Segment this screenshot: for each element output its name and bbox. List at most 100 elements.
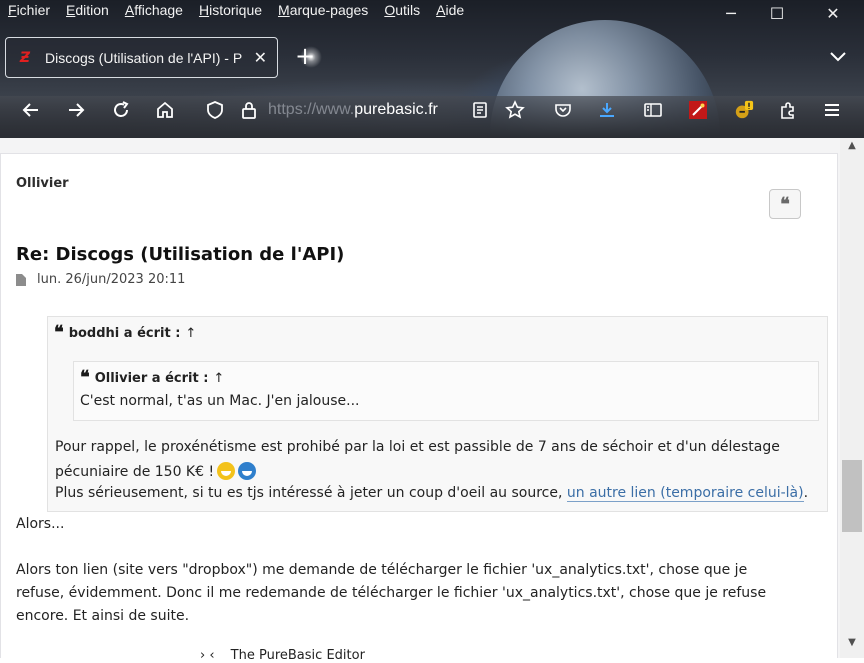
extension-red-icon xyxy=(689,101,707,119)
breadcrumb-peek: › ‹ The PureBasic Editor xyxy=(200,648,365,663)
grimacing-face-emoji-icon xyxy=(238,462,257,480)
close-window-button[interactable]: ✕ xyxy=(810,0,856,26)
menu-fichier[interactable]: Fichier xyxy=(8,1,50,19)
menu-historique[interactable]: Historique xyxy=(199,1,262,19)
quote-line-3: Plus sérieusement, si tu es tjs intéress… xyxy=(55,485,809,502)
menu-edition-accel: E xyxy=(66,2,76,18)
back-button[interactable] xyxy=(18,97,44,123)
menu-marque-pages-accel: M xyxy=(278,2,290,18)
post-author[interactable]: Ollivier xyxy=(16,176,69,191)
site-favicon-icon: Ƶ xyxy=(19,49,31,66)
reload-icon xyxy=(114,101,129,117)
scrollbar-thumb[interactable] xyxy=(842,460,862,532)
menu-edition[interactable]: Edition xyxy=(66,1,109,19)
forward-arrow-icon xyxy=(69,103,85,117)
forward-button[interactable] xyxy=(63,97,89,123)
extension-alert-button[interactable] xyxy=(731,97,757,123)
body-line-3: refuse, évidemment. Donc il me redemande… xyxy=(16,585,767,601)
pocket-button[interactable] xyxy=(550,97,576,123)
menu-historique-label: istorique xyxy=(209,2,263,18)
scroll-down-arrow-icon[interactable]: ▼ xyxy=(846,638,858,648)
vertical-scrollbar[interactable] xyxy=(840,138,864,658)
menu-aide[interactable]: Aide xyxy=(436,1,464,19)
sidebar-icon xyxy=(644,103,662,117)
menu-bar: Fichier Edition Affichage Historique Mar… xyxy=(0,0,472,20)
hamburger-menu-icon xyxy=(825,104,839,116)
menu-marque-pages[interactable]: Marque-pages xyxy=(278,1,368,19)
quote-cite-outer: ❝ boddhi a écrit : ↑ xyxy=(54,322,196,343)
minimize-icon: ─ xyxy=(726,3,736,23)
maximize-button[interactable]: ☐ xyxy=(754,0,800,26)
breadcrumb-forum-link[interactable]: The PureBasic Editor xyxy=(231,648,365,663)
quote-line-3-after: . xyxy=(803,485,809,501)
menu-aide-label: ide xyxy=(445,2,465,18)
forum-post: Ollivier ❝ Re: Discogs (Utilisation de l… xyxy=(0,153,838,658)
tab-list-button[interactable] xyxy=(828,46,848,66)
menu-outils-label: utils xyxy=(395,2,421,18)
downloads-button[interactable] xyxy=(594,97,620,123)
menu-outils[interactable]: Outils xyxy=(384,1,420,19)
url-protocol: https://www. xyxy=(268,101,355,118)
bookmark-button[interactable] xyxy=(502,97,528,123)
url-domain: purebasic.fr xyxy=(354,101,438,118)
menu-affichage-label: ffichage xyxy=(134,2,183,18)
extension-alert-icon xyxy=(735,100,754,119)
body-line-2: Alors ton lien (site vers "dropbox") me … xyxy=(16,562,748,578)
menu-edition-label: dition xyxy=(75,2,109,18)
home-button[interactable] xyxy=(152,97,178,123)
web-page: Ollivier ❝ Re: Discogs (Utilisation de l… xyxy=(0,138,840,658)
menu-marque-pages-label: arque-pages xyxy=(289,2,369,18)
menu-affichage[interactable]: Affichage xyxy=(125,1,183,19)
scroll-up-arrow-icon[interactable]: ▲ xyxy=(846,141,858,151)
quote-button[interactable]: ❝ xyxy=(769,189,801,219)
bookmark-star-icon xyxy=(505,100,525,119)
tab-close-icon[interactable]: ✕ xyxy=(254,48,267,67)
inner-quote-text: C'est normal, t'as un Mac. J'en jalouse.… xyxy=(80,393,360,409)
jump-to-quote-arrow-icon[interactable]: ↑ xyxy=(213,371,224,386)
temporary-link[interactable]: un autre lien (temporaire celui-là) xyxy=(566,485,804,502)
quote-cite-inner: ❝ Ollivier a écrit : ↑ xyxy=(80,367,224,388)
lock-icon xyxy=(242,102,256,119)
quote-mark-icon: ❝ xyxy=(54,322,64,343)
quote-mark-icon: ❝ xyxy=(80,367,90,388)
chevron-down-icon xyxy=(830,52,846,62)
menu-fichier-label: ichier xyxy=(16,2,51,18)
menu-historique-accel: H xyxy=(198,2,210,18)
quote-line-2-text: pécuniaire de 150 K€ ! xyxy=(55,464,215,480)
url-bar[interactable]: https://www. purebasic.fr xyxy=(268,96,468,124)
reader-view-button[interactable] xyxy=(467,97,493,123)
pocket-icon xyxy=(555,104,571,117)
post-title[interactable]: Re: Discogs (Utilisation de l'API) xyxy=(16,244,344,265)
tab-discogs[interactable]: Ƶ Discogs (Utilisation de l'API) - P ✕ xyxy=(5,37,278,78)
tab-title: Discogs (Utilisation de l'API) - P xyxy=(45,49,243,66)
quote-icon: ❝ xyxy=(780,193,790,215)
breadcrumb-arrows: › ‹ xyxy=(200,648,215,663)
body-line-1: Alors... xyxy=(16,516,65,532)
close-icon: ✕ xyxy=(826,3,840,23)
extension-red-button[interactable] xyxy=(685,97,711,123)
site-info-button[interactable] xyxy=(236,97,262,123)
quote-cite-name[interactable]: Ollivier a écrit : xyxy=(95,371,209,386)
tracking-protection-button[interactable] xyxy=(202,97,228,123)
quote-line-2: pécuniaire de 150 K€ ! xyxy=(55,462,257,480)
jump-to-quote-arrow-icon[interactable]: ↑ xyxy=(185,326,196,341)
reader-view-icon xyxy=(473,102,487,118)
menu-outils-accel: O xyxy=(384,2,396,18)
sidebar-button[interactable] xyxy=(640,97,666,123)
extensions-button[interactable] xyxy=(775,97,801,123)
new-tab-button[interactable]: + xyxy=(295,44,315,68)
document-icon xyxy=(16,273,26,286)
extensions-puzzle-icon xyxy=(781,102,794,119)
home-icon xyxy=(157,101,173,118)
smiling-cat-emoji-icon xyxy=(217,462,236,480)
quote-line-3-before: Plus sérieusement, si tu es tjs intéress… xyxy=(55,485,567,501)
download-icon xyxy=(600,103,614,117)
reload-button[interactable] xyxy=(108,97,134,123)
app-menu-button[interactable] xyxy=(819,97,845,123)
minimize-button[interactable]: ─ xyxy=(708,0,754,26)
quote-line-1: Pour rappel, le proxénétisme est prohibé… xyxy=(55,439,780,455)
menu-affichage-accel: A xyxy=(124,2,135,18)
quote-cite-name[interactable]: boddhi a écrit : xyxy=(69,326,181,341)
back-arrow-icon xyxy=(22,103,38,117)
shield-icon xyxy=(207,101,223,119)
